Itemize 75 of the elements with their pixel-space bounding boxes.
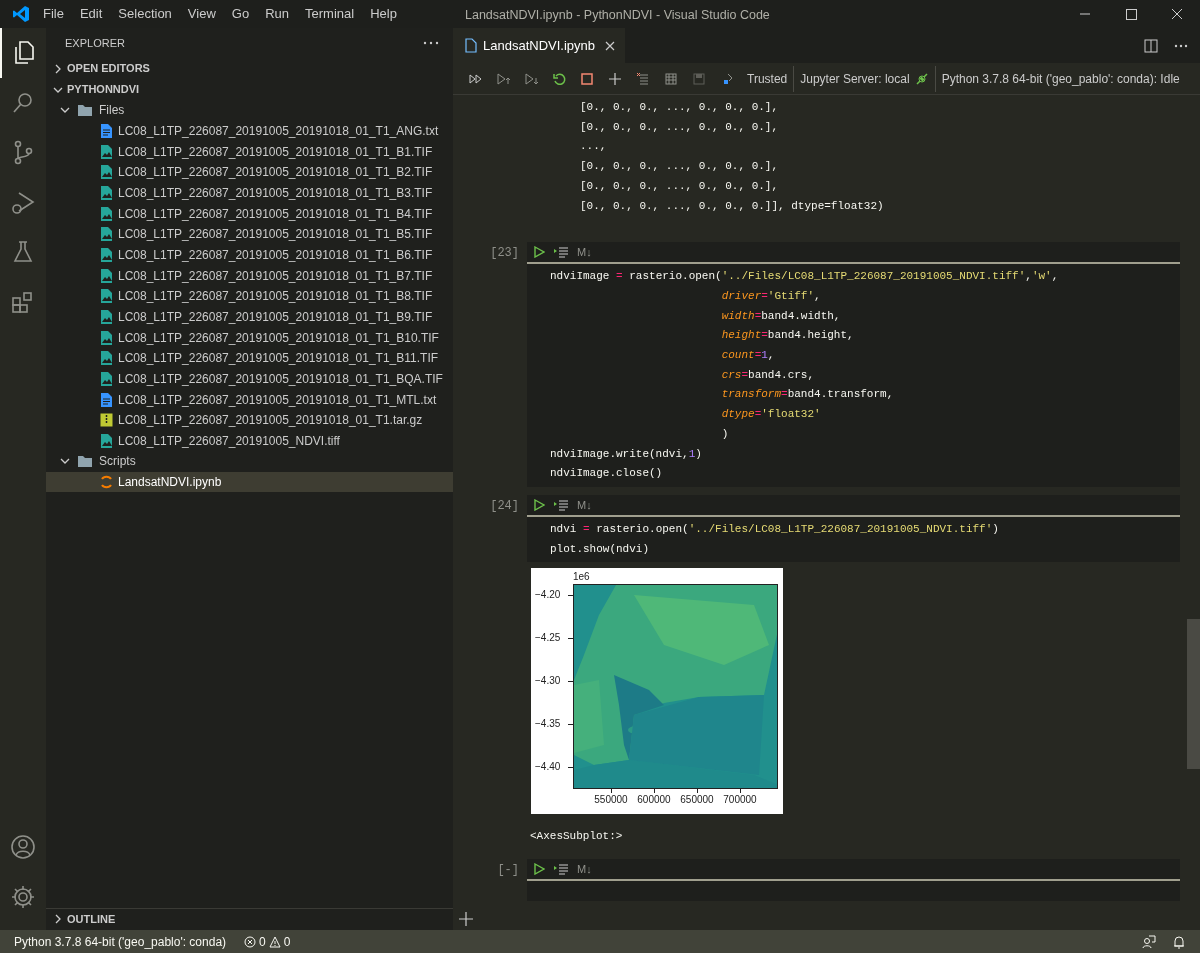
execution-count: [24] xyxy=(490,497,519,515)
code-line: dtype='float32' xyxy=(720,407,822,423)
code-line: plot.show(ndvi) xyxy=(550,541,651,557)
code-line: driver='Gtiff', xyxy=(720,288,822,304)
menu-item[interactable]: Run xyxy=(259,4,295,24)
editor-tab[interactable]: LandsatNDVI.ipynb xyxy=(453,28,625,63)
code-line: crs=band4.crs, xyxy=(720,367,816,383)
kernel-status[interactable]: Python 3.7.8 64-bit ('geo_pablo': conda): Idle xyxy=(935,69,1180,88)
section-header[interactable]: OPEN EDITORS xyxy=(46,58,453,79)
tree-item[interactable]: LC08_L1TP_226087_20191005_20191018_01_T1_B1.TIF xyxy=(46,141,453,162)
menu-item[interactable]: View xyxy=(181,4,222,24)
code-line: ndviImage = rasterio.open('../Files/LC08_L1TP_226087_20191005_NDVI.tiff','w', xyxy=(550,269,1060,285)
output-line: [0., 0., 0., ..., 0., 0., 0.]], dtype=float32) xyxy=(580,198,885,214)
output-text: <AxesSubplot:> xyxy=(530,829,623,845)
tree-item[interactable]: Files xyxy=(46,100,453,121)
output-line: [0., 0., 0., ..., 0., 0., 0.], xyxy=(580,178,780,194)
tree-item[interactable]: LC08_L1TP_226087_20191005_20191018_01_T1.tar.gz xyxy=(46,409,453,431)
code-line: transform=band4.transform, xyxy=(720,387,895,403)
execution-count: [-] xyxy=(497,861,519,879)
code-line: height=band4.height, xyxy=(720,328,855,344)
tree-item[interactable]: LandsatNDVI.ipynb xyxy=(46,471,453,493)
tree-item[interactable]: Scripts xyxy=(46,451,453,472)
code-line: ndviImage.write(ndvi,1) xyxy=(550,446,703,462)
tree-item[interactable]: LC08_L1TP_226087_20191005_20191018_01_T1_BQA.TIF xyxy=(46,368,453,390)
sidebar-title: EXPLORER xyxy=(65,35,125,51)
problems-status[interactable]: 0 0 xyxy=(244,932,291,951)
tree-item[interactable]: LC08_L1TP_226087_20191005_20191018_01_T1_B3.TIF xyxy=(46,182,453,204)
tree-item[interactable]: LC08_L1TP_226087_20191005_20191018_01_T1_B10.TIF xyxy=(46,327,453,348)
tree-item[interactable]: LC08_L1TP_226087_20191005_20191018_01_T1_B6.TIF xyxy=(46,244,453,266)
trusted-label[interactable]: Trusted xyxy=(747,69,788,88)
code-line: ) xyxy=(720,426,730,442)
tick-label: 550000 xyxy=(593,794,629,807)
tick-label: −4.40 xyxy=(535,761,561,774)
window-title: LandsatNDVI.ipynb - PythonNDVI - Visual Studio Code xyxy=(465,7,770,24)
tick-label: −4.30 xyxy=(535,675,561,688)
output-line: [0., 0., 0., ..., 0., 0., 0.], xyxy=(580,119,780,135)
jupyter-server-status[interactable]: Jupyter Server: local xyxy=(794,69,935,88)
output-line: [0., 0., 0., ..., 0., 0., 0.], xyxy=(580,159,780,175)
tick-label: −4.25 xyxy=(535,632,561,645)
tree-item[interactable]: LC08_L1TP_226087_20191005_20191018_01_T1_ANG.txt xyxy=(46,120,453,142)
tree-item[interactable]: LC08_L1TP_226087_20191005_20191018_01_T1_B8.TIF xyxy=(46,285,453,307)
markdown-toggle[interactable]: M↓ xyxy=(577,496,592,514)
tick-label: 650000 xyxy=(679,794,715,807)
menu-item[interactable]: Selection xyxy=(112,4,178,24)
code-line: width=band4.width, xyxy=(720,308,842,324)
tick-label: −4.20 xyxy=(535,589,561,602)
tree-item[interactable]: LC08_L1TP_226087_20191005_20191018_01_T1_B9.TIF xyxy=(46,306,453,328)
tick-label: 600000 xyxy=(636,794,672,807)
code-line: ndviImage.close() xyxy=(550,466,664,482)
tree-item[interactable]: LC08_L1TP_226087_20191005_NDVI.tiff xyxy=(46,430,453,452)
axis-offset-label: 1e6 xyxy=(573,570,590,585)
code-line: count=1, xyxy=(720,348,776,364)
tick-label: 700000 xyxy=(722,794,758,807)
tree-item[interactable]: LC08_L1TP_226087_20191005_20191018_01_T1_B4.TIF xyxy=(46,203,453,224)
menu-item[interactable]: File xyxy=(37,4,70,24)
code-line: ndvi = rasterio.open('../Files/LC08_L1TP_226087_20191005_NDVI.tiff') xyxy=(550,521,1000,537)
section-header[interactable]: PYTHONNDVI xyxy=(46,79,453,100)
tree-item[interactable]: LC08_L1TP_226087_20191005_20191018_01_T1_B7.TIF xyxy=(46,265,453,286)
tree-item[interactable]: LC08_L1TP_226087_20191005_20191018_01_T1_B2.TIF xyxy=(46,161,453,183)
tree-item[interactable]: LC08_L1TP_226087_20191005_20191018_01_T1_B11.TIF xyxy=(46,347,453,369)
markdown-toggle[interactable]: M↓ xyxy=(577,243,592,261)
output-line: [0., 0., 0., ..., 0., 0., 0.], xyxy=(580,100,780,115)
menu-item[interactable]: Help xyxy=(364,4,403,24)
menu-item[interactable]: Go xyxy=(225,4,256,24)
menu-item[interactable]: Terminal xyxy=(299,4,361,24)
execution-count: [23] xyxy=(490,245,519,263)
tree-item[interactable]: LC08_L1TP_226087_20191005_20191018_01_T1_B5.TIF xyxy=(46,223,453,245)
interpreter-status[interactable]: Python 3.7.8 64-bit ('geo_pablo': conda) xyxy=(0,932,245,951)
section-header[interactable]: OUTLINE xyxy=(46,908,453,929)
code-editor[interactable]: ndvi = rasterio.open('../Files/LC08_L1TP_226087_20191005_NDVI.tiff') plot.show(ndvi) xyxy=(527,516,1180,563)
output-line: ..., xyxy=(580,139,608,155)
menu-item[interactable]: Edit xyxy=(73,4,109,24)
tree-item[interactable]: LC08_L1TP_226087_20191005_20191018_01_T1_MTL.txt xyxy=(46,389,453,410)
tick-label: −4.35 xyxy=(535,718,561,731)
markdown-toggle[interactable]: M↓ xyxy=(577,860,592,878)
